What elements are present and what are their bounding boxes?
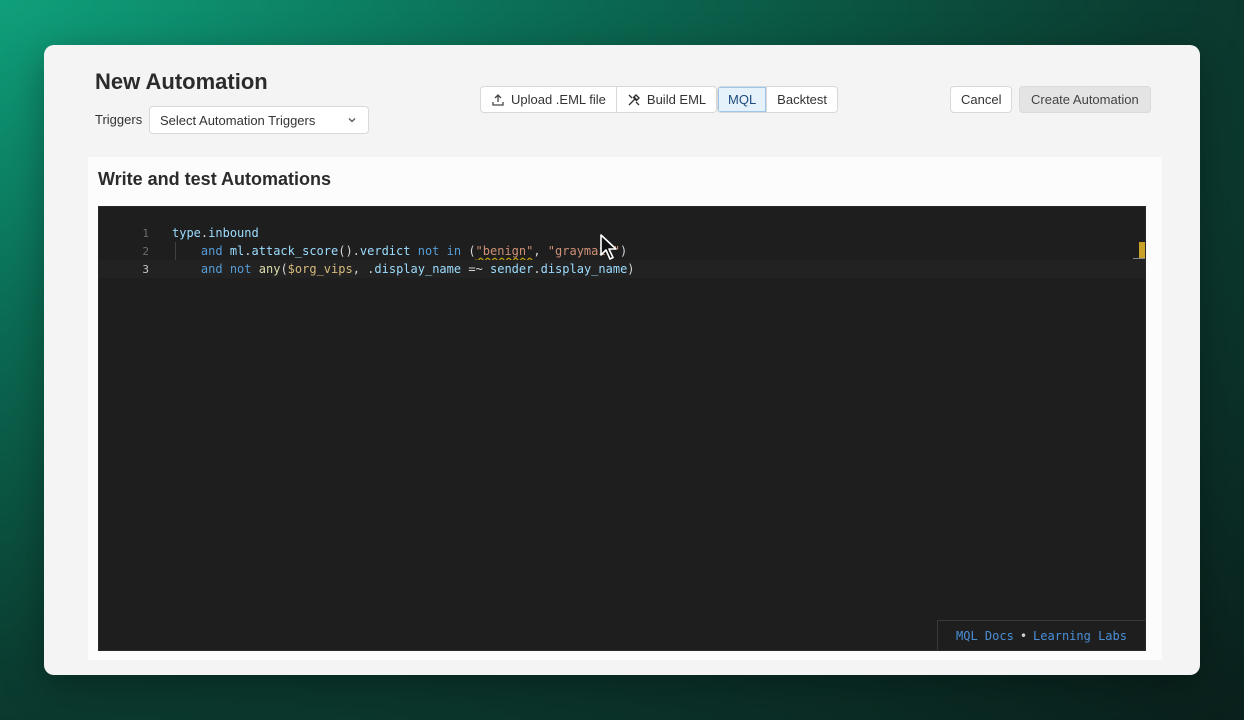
triggers-select-value: Select Automation Triggers [160,112,316,128]
mql-docs-link[interactable]: MQL Docs [956,629,1014,643]
build-eml-button[interactable]: Build EML [615,87,716,112]
learning-labs-link[interactable]: Learning Labs [1033,629,1127,643]
page-title: New Automation [95,69,268,94]
triggers-label: Triggers [95,112,143,127]
editor-line-active: 3 and not any($org_vips, .display_name =… [99,260,1145,278]
upload-icon [492,93,504,106]
tab-mql[interactable]: MQL [718,87,767,112]
mql-code-editor[interactable]: 1 type.inbound 2 and ml.attack_score().v… [98,206,1146,651]
cancel-button[interactable]: Cancel [950,86,1013,113]
create-automation-button[interactable]: Create Automation [1019,86,1151,113]
code-line-1: type.inbound [172,226,259,240]
build-eml-label: Build EML [646,92,707,107]
editor-line: 1 type.inbound [99,224,1145,242]
overview-ruler-warning [1139,242,1145,258]
line-number: 3 [142,262,149,276]
line-number: 1 [142,226,149,240]
mode-tabs: MQL Backtest [717,86,839,113]
chevron-down-icon [348,118,356,123]
editor-footer-links: MQL Docs • Learning Labs [937,620,1145,650]
automation-window: New Automation Triggers Select Automatio… [44,45,1200,675]
mouse-pointer-icon [600,234,617,260]
tools-icon [628,93,640,105]
overview-ruler-cursor [1133,258,1145,259]
eml-button-group: Upload .EML file Build EML [480,86,718,113]
panel-title: Write and test Automations [98,169,332,189]
code-line-3: and not any($org_vips, .display_name =~ … [200,262,635,276]
link-separator: • [1019,628,1028,643]
tab-backtest[interactable]: Backtest [766,87,837,112]
editor-panel: Write and test Automations 1 type.inboun… [88,157,1162,660]
line-number: 2 [142,244,149,258]
code-line-2: and ml.attack_score().verdict not in ("b… [200,244,628,258]
triggers-select[interactable]: Select Automation Triggers [149,106,369,134]
upload-eml-button[interactable]: Upload .EML file [481,87,616,112]
upload-eml-label: Upload .EML file [511,92,606,107]
editor-line: 2 and ml.attack_score().verdict not in (… [99,242,1145,260]
